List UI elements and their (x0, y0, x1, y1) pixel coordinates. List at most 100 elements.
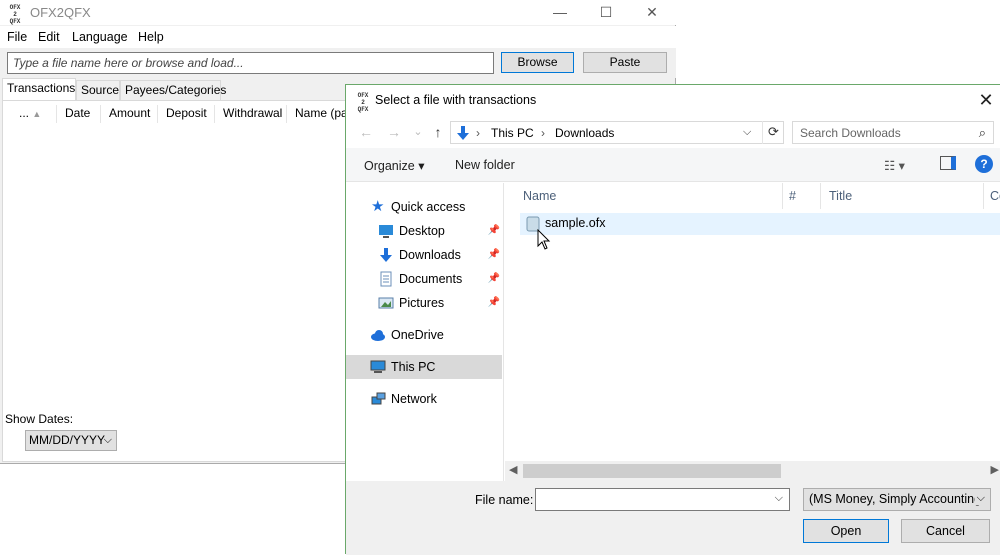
column-header-number[interactable]: # (783, 183, 821, 209)
show-dates-label: Show Dates: (5, 412, 74, 426)
download-icon (380, 248, 392, 262)
nav-network[interactable]: Network (346, 387, 504, 411)
maximize-button[interactable]: ☐ (583, 0, 629, 25)
chevron-down-icon: ⌵ (974, 492, 985, 505)
file-name-label: File name: (475, 493, 534, 507)
main-title-bar: OFX 2 QFX OFX2QFX — ☐ ✕ (0, 0, 676, 25)
column-deposit[interactable]: Deposit (158, 105, 215, 123)
scroll-thumb[interactable] (523, 464, 781, 478)
nav-label: Quick access (391, 200, 466, 214)
pin-icon: 📌 (487, 297, 500, 308)
scroll-left-icon[interactable]: ◀ (509, 463, 517, 476)
column-withdrawal[interactable]: Withdrawal (215, 105, 287, 123)
column-header-title[interactable]: Title (821, 183, 984, 209)
dialog-title: Select a file with transactions (375, 93, 537, 107)
column-amount[interactable]: Amount (101, 105, 158, 123)
menu-language[interactable]: Language (72, 30, 128, 44)
view-options-icon[interactable]: ☷ ▾ (884, 158, 905, 173)
tab-source[interactable]: Source (76, 80, 120, 100)
open-button[interactable]: Open (803, 519, 889, 543)
nav-label: This PC (391, 360, 436, 374)
address-bar[interactable]: › This PC › Downloads ⌵ (450, 121, 784, 144)
nav-label: Documents (399, 272, 463, 286)
desktop-icon (379, 225, 393, 238)
mouse-cursor-icon (537, 229, 551, 250)
app-logo-icon: OFX 2 QFX (357, 92, 369, 113)
paste-button[interactable]: Paste (583, 52, 667, 73)
column-header-contributing[interactable]: Co (984, 183, 1000, 209)
minimize-button[interactable]: — (537, 0, 583, 25)
nav-quick-access[interactable]: ★ Quick access (346, 195, 504, 219)
network-icon (371, 392, 386, 405)
new-folder-button[interactable]: New folder (455, 158, 515, 172)
nav-documents[interactable]: Documents 📌 (346, 267, 500, 291)
window-title: OFX2QFX (30, 5, 91, 20)
file-type-select[interactable]: (MS Money, Simply Accounting ⌵ (803, 488, 991, 511)
breadcrumb-this-pc[interactable]: This PC (491, 126, 534, 140)
search-placeholder: Search Downloads (800, 126, 901, 140)
nav-label: Network (391, 392, 437, 406)
tab-payees-categories[interactable]: Payees/Categories (120, 80, 226, 100)
menu-edit[interactable]: Edit (38, 30, 60, 44)
dialog-footer: File name: ⌵ (MS Money, Simply Accountin… (346, 481, 1000, 555)
tab-transactions[interactable]: Transactions (2, 78, 76, 100)
refresh-icon[interactable]: ⟳ (762, 121, 784, 144)
cancel-button[interactable]: Cancel (901, 519, 990, 543)
star-icon: ★ (371, 198, 385, 215)
menu-bar: File Edit Language Help (0, 26, 676, 48)
chevron-down-icon: ⌵ (103, 434, 112, 446)
nav-onedrive[interactable]: OneDrive (346, 323, 504, 347)
nav-pictures[interactable]: Pictures 📌 (346, 291, 500, 315)
file-bar: Type a file name here or browse and load… (0, 48, 676, 78)
navigation-bar: ← → ⌄ ↑ › This PC › Downloads ⌵ ⟳ Search… (346, 116, 1000, 148)
recent-dropdown-icon[interactable]: ⌄ (408, 122, 428, 142)
back-arrow-icon[interactable]: ← (356, 122, 376, 142)
file-name: sample.ofx (545, 216, 606, 230)
preview-pane-icon[interactable] (940, 156, 956, 170)
forward-arrow-icon[interactable]: → (384, 122, 404, 142)
open-file-dialog: OFX 2 QFX Select a file with transactions … (345, 84, 1000, 555)
app-logo-icon: OFX 2 QFX (9, 4, 21, 25)
close-button[interactable]: ✕ (629, 0, 675, 25)
browse-button[interactable]: Browse (501, 52, 574, 73)
pin-icon: 📌 (487, 225, 500, 236)
scroll-right-icon[interactable]: ▶ (991, 463, 999, 476)
menu-help[interactable]: Help (138, 30, 164, 44)
help-icon[interactable]: ? (975, 155, 993, 173)
nav-label: Desktop (399, 224, 445, 238)
chevron-down-icon[interactable]: ⌵ (775, 492, 783, 505)
column-header-name[interactable]: Name (505, 183, 783, 209)
file-list-pane: Name # Title Co sample.ofx (505, 183, 1000, 481)
breadcrumb-downloads[interactable]: Downloads (555, 126, 614, 140)
column-name[interactable]: Name (pay (287, 105, 347, 123)
horizontal-scrollbar[interactable]: ◀ ▶ (505, 461, 1000, 481)
date-format-select[interactable]: MM/DD/YYYY ⌵ (25, 430, 117, 451)
column-select[interactable]: ... ▲ (11, 105, 57, 123)
nav-this-pc[interactable]: This PC (346, 355, 502, 379)
search-input[interactable]: Search Downloads ⌕ (792, 121, 994, 144)
pin-icon: 📌 (487, 273, 500, 284)
file-row[interactable]: sample.ofx (520, 213, 1000, 235)
pictures-icon (378, 297, 394, 309)
documents-icon (380, 271, 392, 287)
breadcrumb-separator: › (476, 126, 480, 140)
file-path-input[interactable]: Type a file name here or browse and load… (7, 52, 494, 74)
pin-icon: 📌 (487, 249, 500, 260)
organize-button[interactable]: Organize ▾ (364, 158, 424, 173)
nav-desktop[interactable]: Desktop 📌 (346, 219, 500, 243)
file-name-input[interactable]: ⌵ (535, 488, 790, 511)
breadcrumb-separator: › (541, 126, 545, 140)
sort-up-icon: ▲ (32, 109, 42, 119)
downloads-folder-icon (457, 126, 469, 140)
dialog-close-button[interactable]: ✕ (971, 85, 1000, 116)
column-date[interactable]: Date (57, 105, 101, 123)
menu-file[interactable]: File (7, 30, 27, 44)
file-type-value: (MS Money, Simply Accounting (809, 492, 982, 506)
up-arrow-icon[interactable]: ↑ (428, 122, 448, 142)
nav-label: OneDrive (391, 328, 444, 342)
nav-downloads[interactable]: Downloads 📌 (346, 243, 500, 267)
navigation-pane: ★ Quick access Desktop 📌 Downloads 📌 Doc… (346, 183, 504, 481)
address-dropdown-icon[interactable]: ⌵ (743, 126, 751, 139)
dialog-title-bar: OFX 2 QFX Select a file with transactions … (346, 85, 1000, 116)
cloud-icon (371, 330, 385, 341)
